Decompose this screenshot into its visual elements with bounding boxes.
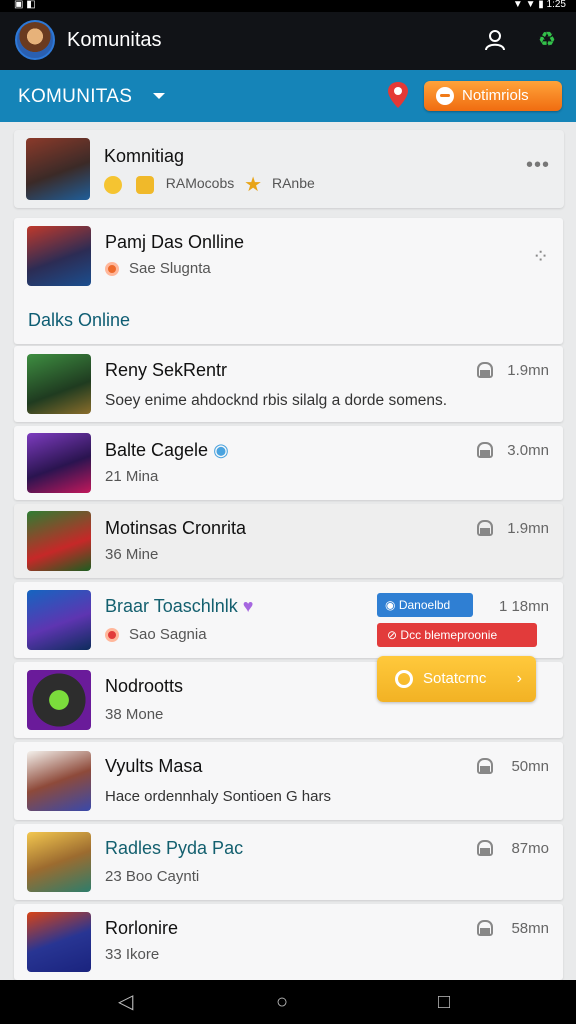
item-title: Nodrootts xyxy=(105,676,184,696)
game-thumbnail xyxy=(27,912,91,972)
item-subtitle-text: Sao Sagnia xyxy=(129,626,207,643)
item-title: Balte Cagele ◉ xyxy=(105,440,229,461)
item-title: Radles Pyda Pac xyxy=(105,838,244,858)
status-icons-right: ▼ ▼ ▮ 1:25 xyxy=(512,0,566,10)
online-button[interactable]: ◉ Danoelbd xyxy=(377,593,473,617)
list-item[interactable]: Reny SekRentr Soey enime ahdocknd rbis s… xyxy=(14,346,563,422)
profile-card[interactable]: Komnitiag RAMocobs ★ RAnbe ••• xyxy=(14,130,564,208)
item-time: 1.9mn xyxy=(507,520,549,537)
item-subtitle: 33 Ikore xyxy=(105,946,160,963)
badge-icon xyxy=(135,175,154,194)
user-icon[interactable] xyxy=(484,29,506,51)
item-title: Reny SekRentr xyxy=(105,360,228,380)
lock-icon xyxy=(477,920,493,936)
game-thumbnail xyxy=(27,832,91,892)
item-time: 50mn xyxy=(511,758,549,775)
notifications-button[interactable]: Notimriols xyxy=(424,81,562,111)
notifications-label: Notimriols xyxy=(462,87,529,104)
lock-icon xyxy=(477,520,493,536)
item-subtitle: Sao Sagnia xyxy=(105,626,207,643)
item-title-text: Balte Cagele xyxy=(105,440,209,460)
chevron-down-icon[interactable] xyxy=(153,93,165,99)
list-item[interactable]: Rorlonire 33 Ikore 58mn xyxy=(14,904,563,980)
recent-apps-icon[interactable]: □ xyxy=(438,991,450,1013)
profile-meta-text: RAMocobs xyxy=(165,175,235,192)
item-time: 1 18mn xyxy=(498,598,549,615)
block-button[interactable]: ⊘ Dcc blemeproonie xyxy=(377,623,537,647)
item-subtitle-text: Sae Slugnta xyxy=(129,260,211,277)
heart-icon: ♥ xyxy=(242,596,254,616)
page-title: Komunitas xyxy=(67,29,162,51)
item-time: 1.9mn xyxy=(507,362,549,379)
item-title: Pamj Das Onlline xyxy=(105,232,245,252)
circle-icon xyxy=(395,670,413,688)
list-item[interactable]: Vyults Masa Hace ordennhaly Sontioen G h… xyxy=(14,742,563,820)
online-button-label: Danoelbd xyxy=(398,598,451,612)
list-item[interactable]: Motinsas Cronrita 36 Mine 1.9mn xyxy=(14,504,563,578)
game-thumbnail xyxy=(27,226,91,286)
section-label: Dalks Online xyxy=(28,310,131,330)
status-dot-icon xyxy=(105,262,119,277)
lock-icon xyxy=(477,442,493,458)
status-dot-icon xyxy=(105,628,119,643)
system-nav-bar: ◁ ○ □ xyxy=(0,980,576,1024)
circle-icon: ◉ xyxy=(385,598,396,612)
status-icons-left: ▣ ◧ xyxy=(14,0,36,10)
game-thumbnail xyxy=(27,354,91,414)
more-options-icon[interactable]: ••• xyxy=(526,154,550,177)
item-time: 3.0mn xyxy=(507,442,549,459)
block-icon: ⊘ xyxy=(387,628,398,642)
game-thumbnail xyxy=(27,590,91,650)
item-subtitle: 23 Boo Caynti xyxy=(105,868,200,885)
status-bar: ▣ ◧ ▼ ▼ ▮ 1:25 xyxy=(0,0,576,12)
list-item[interactable]: Radles Pyda Pac 23 Boo Caynti 87mo xyxy=(14,824,563,900)
star-icon: ★ xyxy=(244,174,263,196)
block-button-label: Dcc blemeproonie xyxy=(400,628,498,642)
item-time: 58mn xyxy=(511,920,549,937)
globe-icon: ◉ xyxy=(213,440,229,460)
share-icon[interactable]: ⁘ xyxy=(532,244,549,269)
game-thumbnail xyxy=(27,751,91,811)
item-title-text: Braar Toaschlnlk xyxy=(105,596,238,616)
item-subtitle: 36 Mine xyxy=(105,546,159,563)
chat-bubble-icon xyxy=(436,87,454,105)
home-icon[interactable]: ○ xyxy=(276,991,288,1013)
item-subtitle: Hace ordennhaly Sontioen G hars xyxy=(105,788,331,805)
item-subtitle: Soey enime ahdocknd rbis silalg a dorde … xyxy=(105,392,448,409)
item-subtitle: 21 Mina xyxy=(105,468,159,485)
settings-button[interactable]: Sotatcrnc › xyxy=(377,656,536,702)
lock-icon xyxy=(477,840,493,856)
profile-avatar xyxy=(26,138,90,200)
back-icon[interactable]: ◁ xyxy=(118,991,133,1013)
item-title: Motinsas Cronrita xyxy=(105,518,247,538)
item-subtitle: Sae Slugnta xyxy=(105,260,211,277)
location-pin-icon[interactable] xyxy=(386,80,410,110)
item-subtitle: 38 Mone xyxy=(105,706,164,723)
game-thumbnail xyxy=(27,433,91,493)
settings-button-label: Sotatcrnc xyxy=(423,670,487,687)
lock-icon xyxy=(477,362,493,378)
game-thumbnail xyxy=(27,511,91,571)
chevron-right-icon: › xyxy=(516,670,522,687)
list-item[interactable]: Pamj Das Onlline Sae Slugnta ⁘ Dalks Onl… xyxy=(14,218,563,344)
avatar[interactable] xyxy=(15,20,55,60)
recycle-icon[interactable]: ♻ xyxy=(536,29,558,51)
list-item[interactable]: Balte Cagele ◉ 21 Mina 3.0mn xyxy=(14,426,563,500)
community-selector[interactable]: KOMUNITAS xyxy=(18,86,132,108)
item-time: 87mo xyxy=(511,840,549,857)
item-title: Rorlonire xyxy=(105,918,179,938)
profile-meta-text2: RAnbe xyxy=(271,175,315,192)
lock-icon xyxy=(477,758,493,774)
emoji-icon xyxy=(104,175,122,194)
profile-meta: RAMocobs ★ RAnbe xyxy=(104,172,315,197)
item-title: Vyults Masa xyxy=(105,756,203,776)
community-subbar: KOMUNITAS Notimriols xyxy=(0,70,576,122)
game-thumbnail xyxy=(27,670,91,730)
profile-name: Komnitiag xyxy=(104,146,185,166)
item-title: Braar Toaschlnlk ♥ xyxy=(105,596,253,617)
app-bar: Komunitas ♻ xyxy=(0,12,576,70)
